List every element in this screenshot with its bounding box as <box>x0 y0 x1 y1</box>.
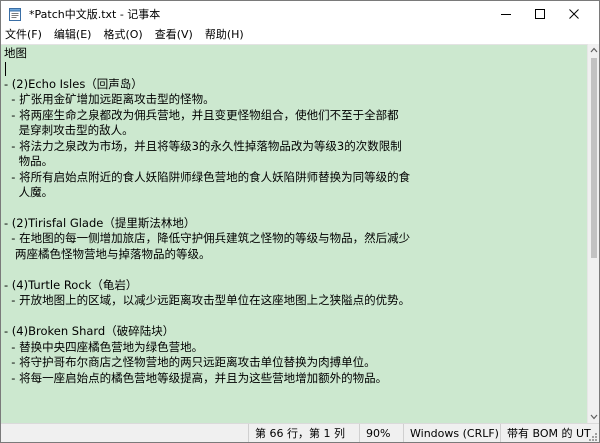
menu-edit[interactable]: 编辑(E) <box>48 26 98 44</box>
menu-view[interactable]: 查看(V) <box>149 26 199 44</box>
text-caret <box>5 62 6 76</box>
menu-help[interactable]: 帮助(H) <box>199 26 250 44</box>
text-line[interactable]: 人魔。 <box>4 185 582 200</box>
status-encoding: 带有 BOM 的 UT <box>500 424 591 442</box>
maximize-icon <box>535 8 545 19</box>
text-line[interactable]: - (4)Broken Shard（破碎陆块） <box>4 324 582 339</box>
close-icon <box>569 8 579 19</box>
text-line[interactable] <box>4 309 582 324</box>
text-line[interactable]: - (4)Turtle Rock（龟岩） <box>4 278 582 293</box>
text-line[interactable] <box>4 201 582 216</box>
window-title: *Patch中文版.txt - 记事本 <box>29 7 161 21</box>
scroll-down-button[interactable] <box>588 411 599 423</box>
close-button[interactable] <box>557 1 591 26</box>
text-line[interactable]: - 扩张用金矿增加远距离攻击型的怪物。 <box>4 92 582 107</box>
text-line[interactable]: 物品。 <box>4 154 582 169</box>
text-line[interactable]: - 将所有启始点附近的食人妖陷阱师绿色营地的食人妖陷阱师替换为同等级的食 <box>4 170 582 185</box>
resize-grip-icon[interactable] <box>588 432 598 442</box>
maximize-button[interactable] <box>523 1 557 26</box>
text-line[interactable]: - 开放地图上的区域，以减少远距离攻击型单位在这座地图上之狭隘点的优势。 <box>4 293 582 308</box>
text-line[interactable]: - 在地图的每一侧增加旅店，降低守护佣兵建筑之怪物的等级与物品，然后减少 <box>4 231 582 246</box>
title-bar[interactable]: *Patch中文版.txt - 记事本 <box>1 1 599 26</box>
status-bar: 第 66 行，第 1 列 90% Windows (CRLF) 带有 BOM 的… <box>1 423 599 442</box>
minimize-button[interactable] <box>489 1 523 26</box>
menu-format[interactable]: 格式(O) <box>97 26 148 44</box>
menu-bar: 文件(F) 编辑(E) 格式(O) 查看(V) 帮助(H) <box>1 26 599 44</box>
text-line[interactable]: - 将法力之泉改为市场，并且将等级3的永久性掉落物品改为等级3的次数限制 <box>4 139 582 154</box>
notepad-window: *Patch中文版.txt - 记事本 文件(F) 编辑(E) 格式(O) 查看… <box>0 0 600 443</box>
text-line[interactable] <box>4 262 582 277</box>
text-line[interactable]: 是穿刺攻击型的敌人。 <box>4 123 582 138</box>
minimize-icon <box>501 13 511 15</box>
text-line[interactable]: - (2)Echo Isles（回声岛） <box>4 77 582 92</box>
text-line[interactable]: - 替换中央四座橘色营地为绿色营地。 <box>4 340 582 355</box>
text-line[interactable]: - 将每一座启始点的橘色营地等级提高，并且为这些营地增加额外的物品。 <box>4 371 582 386</box>
text-editor[interactable]: 地图 - (2)Echo Isles（回声岛） - 扩张用金矿增加远距离攻击型的… <box>1 44 587 424</box>
text-line[interactable]: 地图 <box>4 46 582 61</box>
scrollbar-thumb[interactable] <box>591 58 597 258</box>
text-line[interactable]: 两座橘色怪物营地与掉落物品的等级。 <box>4 247 582 262</box>
text-line[interactable]: - (2)Tirisfal Glade（提里斯法林地） <box>4 216 582 231</box>
text-line[interactable] <box>4 61 582 76</box>
menu-file[interactable]: 文件(F) <box>1 26 48 44</box>
vertical-scrollbar[interactable] <box>587 44 599 423</box>
text-line[interactable]: - 将两座生命之泉都改为佣兵营地，并且变更怪物组合，使他们不至于全部都 <box>4 108 582 123</box>
chevron-down-icon <box>590 414 598 420</box>
status-line-ending: Windows (CRLF) <box>403 424 499 442</box>
text-line[interactable]: - 将守护哥布尔商店之怪物营地的两只远距离攻击单位替换为肉搏单位。 <box>4 355 582 370</box>
notepad-icon <box>7 6 23 22</box>
document-text[interactable]: 地图 - (2)Echo Isles（回声岛） - 扩张用金矿增加远距离攻击型的… <box>4 46 582 386</box>
chevron-up-icon <box>590 47 598 53</box>
status-zoom: 90% <box>359 424 390 442</box>
scroll-up-button[interactable] <box>588 44 599 56</box>
status-cursor-position: 第 66 行，第 1 列 <box>248 424 345 442</box>
